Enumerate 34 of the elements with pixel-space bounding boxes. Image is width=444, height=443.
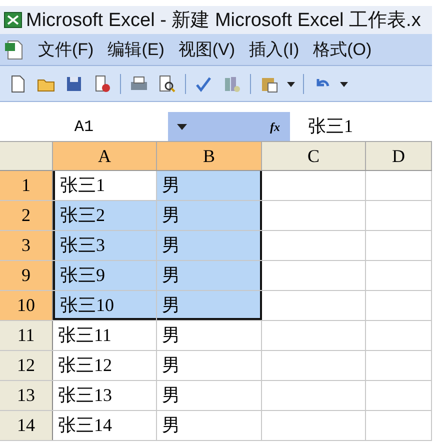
window-title: Microsoft Excel - 新建 Microsoft Excel 工作表.x (26, 10, 421, 30)
row-header[interactable]: 12 (0, 351, 53, 380)
row-header[interactable]: 3 (0, 231, 53, 260)
table-cell: 男 (157, 231, 262, 260)
column-header[interactable]: D (366, 142, 432, 170)
column-header[interactable]: A (53, 142, 157, 170)
row-header[interactable]: 1 (0, 171, 53, 200)
menu-item[interactable]: 格式(O) (313, 41, 372, 58)
table-cell: 男 (157, 291, 262, 320)
menu-item[interactable]: 编辑(E) (108, 41, 164, 58)
dropdown-arrow-icon[interactable] (177, 124, 187, 130)
excel-document-icon[interactable] (4, 38, 24, 60)
table-cell: 张三2 (53, 201, 157, 230)
menu-item[interactable]: 视图(V) (178, 41, 236, 58)
column-header[interactable]: C (262, 142, 366, 170)
row-header[interactable]: 11 (0, 321, 53, 350)
table-cell: 男 (157, 261, 262, 290)
row-header[interactable]: 2 (0, 201, 53, 230)
function-label[interactable]: fx (270, 118, 280, 136)
spreadsheet-icon (4, 12, 22, 28)
table-cell: 男 (157, 171, 262, 200)
menu-item[interactable]: 文件(F) (38, 41, 94, 58)
table-cell: 张三1 (53, 171, 157, 200)
column-header[interactable]: B (157, 142, 262, 170)
row-header[interactable]: 9 (0, 261, 53, 290)
row-header[interactable]: 14 (0, 411, 53, 440)
table-cell: 张三3 (53, 231, 157, 260)
row-header[interactable]: 10 (0, 291, 53, 320)
table-cell: 男 (157, 201, 262, 230)
row-header[interactable]: 13 (0, 381, 53, 410)
magnifier-document-icon[interactable] (157, 74, 177, 94)
table-cell: 张三10 (53, 291, 157, 320)
menu-item[interactable]: 插入(I) (249, 41, 300, 58)
table-cell: 张三9 (53, 261, 157, 290)
